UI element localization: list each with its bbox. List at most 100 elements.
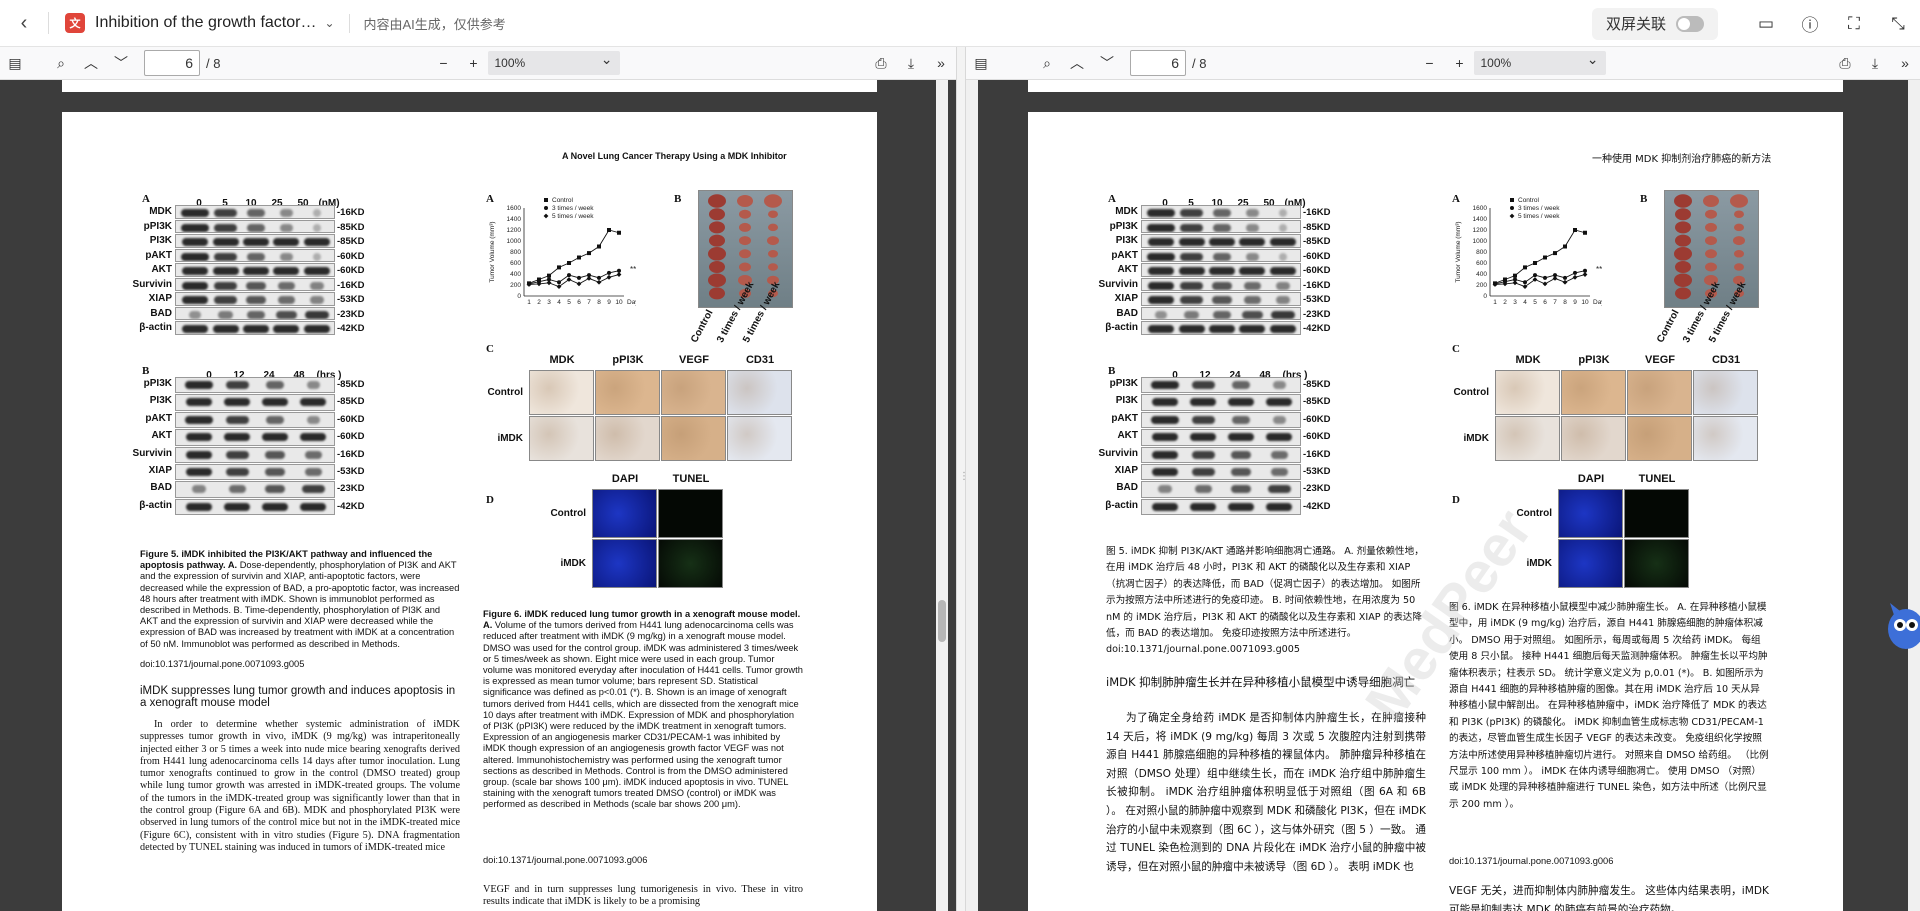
column-heading: pPI3K <box>612 354 644 366</box>
y-tick-label: 1200 <box>507 227 522 234</box>
blot-band <box>1266 433 1292 442</box>
data-point <box>1583 230 1587 235</box>
fig5-panel-a-label: A <box>1108 193 1116 205</box>
blot-band <box>1184 310 1200 319</box>
tumor-specimen <box>709 221 725 234</box>
column-heading: DAPI <box>611 473 639 485</box>
micrograph <box>727 370 792 415</box>
blot-band <box>224 398 250 407</box>
help-icon[interactable]: ⓘ <box>1788 0 1832 47</box>
blot-strip <box>1141 464 1301 481</box>
vertical-scrollbar-right-edge[interactable] <box>1908 80 1920 911</box>
blot-row-label: BAD <box>150 307 172 319</box>
previous-page-icon[interactable]: ︿ <box>1062 47 1092 80</box>
data-point <box>576 281 582 287</box>
sidebar-toggle-icon[interactable]: ▤ <box>0 47 30 80</box>
layout-icon[interactable]: ▭ <box>1744 0 1788 47</box>
blot-kd-label: -60KD <box>337 431 365 443</box>
micrograph <box>658 539 723 588</box>
micrograph <box>727 416 792 461</box>
vertical-scrollbar-left[interactable] <box>936 80 948 911</box>
blot-band <box>1178 238 1205 246</box>
pane-divider[interactable]: ⋮ <box>956 47 969 911</box>
zoom-out-icon[interactable]: − <box>1414 47 1444 80</box>
fullscreen-icon[interactable]: ⛶ <box>1832 0 1876 47</box>
zoom-select[interactable]: 100% <box>1474 47 1607 75</box>
blot-row-label: Survivin <box>1098 278 1138 290</box>
blot-band <box>1178 325 1205 333</box>
data-point <box>1552 276 1558 281</box>
data-point <box>567 273 571 278</box>
blot-band <box>266 415 284 424</box>
blot-band <box>262 398 288 407</box>
scroll-thumb[interactable] <box>938 600 946 642</box>
chevron-down-icon[interactable]: ⌄ <box>324 16 334 30</box>
fig5-caption: Figure 5. iMDK inhibited the PI3K/AKT pa… <box>140 549 460 649</box>
blot-kd-label: -60KD <box>337 265 365 276</box>
blot-row-label: PI3K <box>149 395 172 407</box>
pdf-page-6: A Novel Lung Cancer Therapy Using a MDK … <box>62 112 877 911</box>
back-button[interactable]: ‹ <box>0 0 48 47</box>
blot-band <box>1278 209 1287 217</box>
zoom-in-icon[interactable]: + <box>1444 47 1474 80</box>
blot-band <box>300 502 326 511</box>
sidebar-toggle-icon[interactable]: ▤ <box>966 47 996 80</box>
column-heading: MDK <box>1515 354 1541 366</box>
blot-kd-label: -85KD <box>1303 221 1331 233</box>
next-page-icon[interactable]: ﹀ <box>106 47 136 80</box>
blot-row-label: pAKT <box>145 412 172 424</box>
blot-band <box>214 281 238 290</box>
tumor-specimen <box>1734 263 1744 271</box>
blot-band <box>182 325 209 333</box>
toggle-switch[interactable] <box>1676 15 1704 32</box>
page-number-input[interactable]: 6 <box>1130 50 1186 76</box>
document-view-right[interactable]: 一种使用 MDK 抑制剂治疗肺癌的新方法 A 0 5 10 25 50 (nM) MDK -… <box>966 80 1920 911</box>
zoom-in-icon[interactable]: + <box>458 47 488 80</box>
blot-band <box>1278 252 1287 261</box>
blot-band <box>1272 381 1286 389</box>
blot-band <box>265 485 285 494</box>
blot-row-label: XIAP <box>1114 293 1138 304</box>
search-icon[interactable]: ⌕ <box>1032 47 1062 80</box>
print-icon[interactable]: ⎙ <box>866 47 896 80</box>
next-page-icon[interactable]: ﹀ <box>1092 47 1122 80</box>
blot-strip <box>175 205 335 219</box>
data-point <box>607 228 611 232</box>
more-tools-icon[interactable]: » <box>1890 47 1920 80</box>
download-icon[interactable]: ⤓ <box>896 47 926 80</box>
document-title[interactable]: Inhibition of the growth factor… <box>95 14 316 32</box>
data-point <box>1563 275 1567 280</box>
blot-band <box>1152 398 1178 407</box>
fig5-caption-cn: 图 5. iMDK 抑制 PI3K/AKT 通路并影响细胞凋亡通路。 A. 剂量… <box>1106 546 1424 656</box>
blot-band <box>181 252 210 261</box>
dual-screen-label: 双屏关联 <box>1605 16 1666 33</box>
print-icon[interactable]: ⎙ <box>1830 47 1860 80</box>
blot-strip <box>1141 377 1301 394</box>
data-point <box>1533 273 1537 278</box>
blot-band <box>182 238 209 246</box>
blot-band <box>1180 296 1204 304</box>
data-point <box>567 261 571 265</box>
zoom-out-icon[interactable]: − <box>428 47 458 80</box>
blot-row-label: Survivin <box>132 278 172 290</box>
assistant-mascot-icon[interactable] <box>1880 593 1920 665</box>
search-icon[interactable]: ⌕ <box>46 47 76 80</box>
document-view-left[interactable]: A Novel Lung Cancer Therapy Using a MDK … <box>0 80 956 911</box>
tumor-specimen <box>739 249 751 259</box>
tumor-specimen <box>708 273 726 287</box>
more-tools-icon[interactable]: » <box>926 47 956 80</box>
collapse-icon[interactable]: ⤡ <box>1876 0 1920 47</box>
blot-kd-label: -60KD <box>1303 413 1331 425</box>
micrograph <box>595 370 660 415</box>
blot-band <box>1269 267 1296 275</box>
blot-kd-label: -85KD <box>1303 236 1331 247</box>
previous-page-icon[interactable]: ︿ <box>76 47 106 80</box>
blot-band <box>1147 223 1176 232</box>
vertical-scrollbar-right[interactable] <box>966 80 978 911</box>
data-point <box>1543 255 1547 260</box>
dual-screen-sync-toggle[interactable]: 双屏关联 <box>1591 7 1718 40</box>
page-number-input[interactable]: 6 <box>144 50 200 76</box>
zoom-select[interactable]: 100% <box>488 47 621 75</box>
x-tick-label: 4 <box>1523 299 1527 306</box>
download-icon[interactable]: ⤓ <box>1860 47 1890 80</box>
